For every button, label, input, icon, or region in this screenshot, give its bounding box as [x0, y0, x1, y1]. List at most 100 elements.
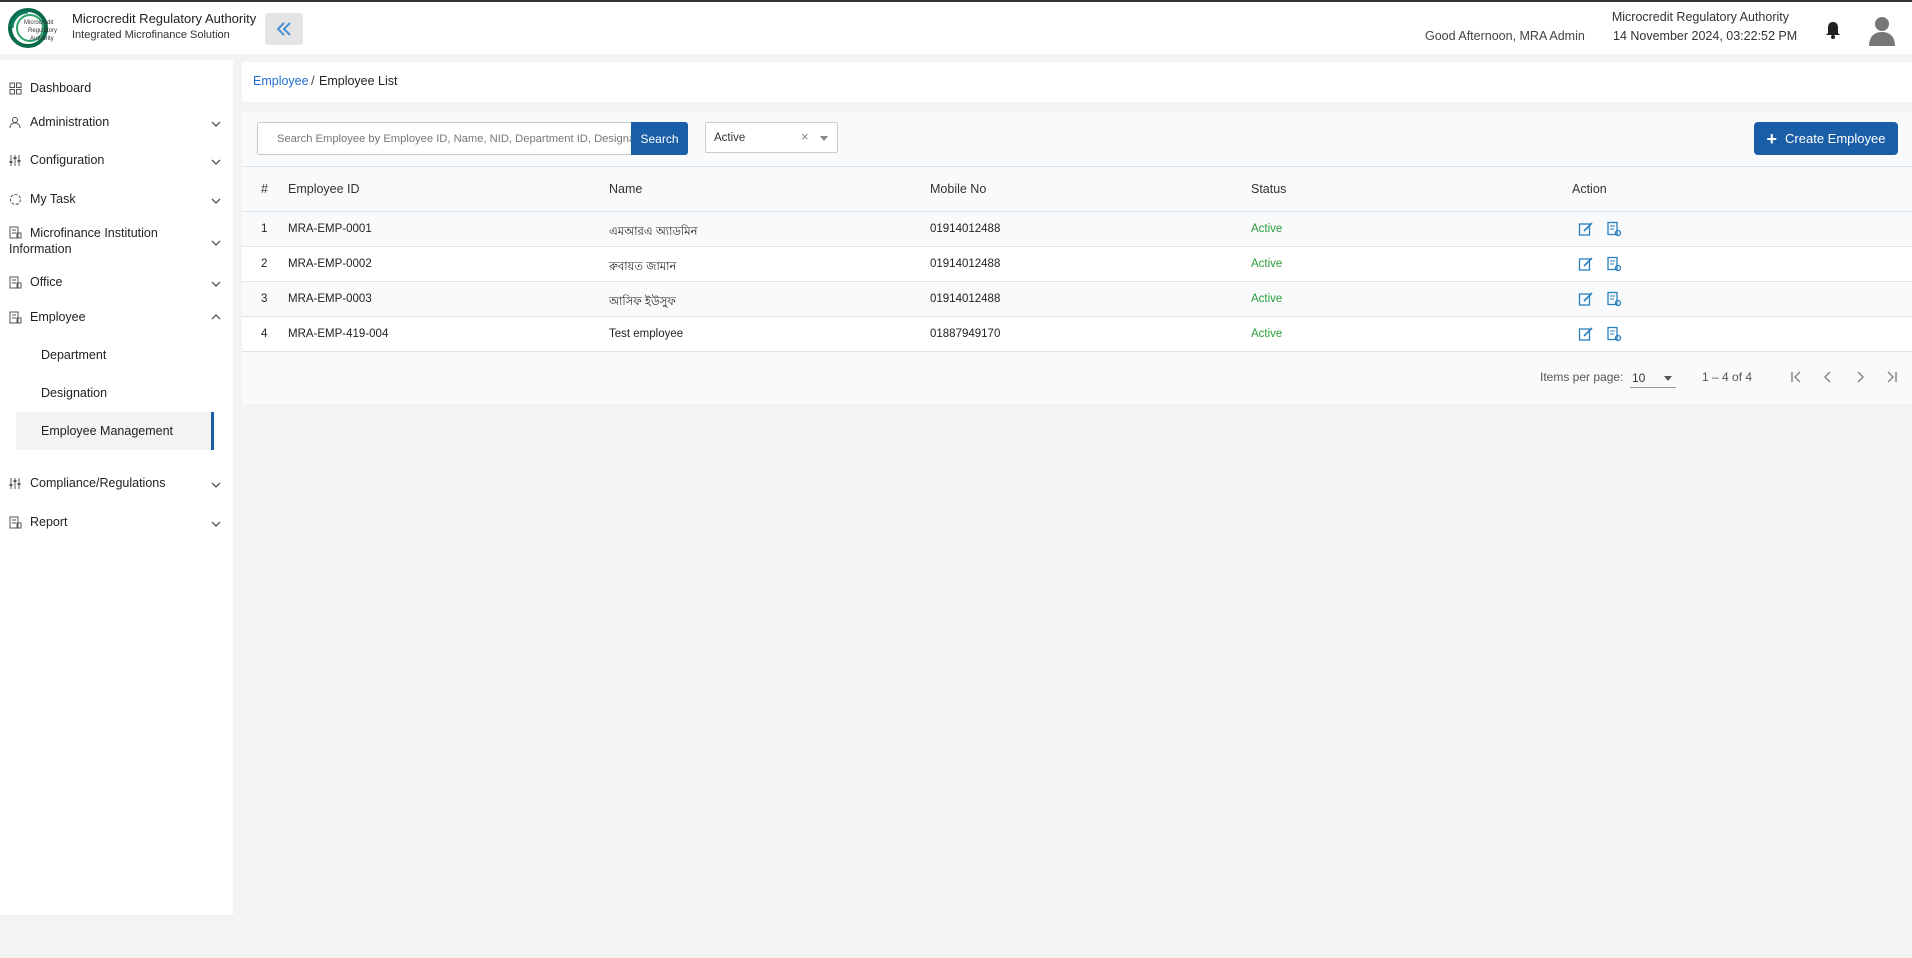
sliders-icon	[9, 478, 21, 489]
page-range-label: 1 – 4 of 4	[1702, 370, 1753, 384]
prev-page-icon[interactable]	[1818, 367, 1838, 387]
breadcrumb: Employee / Employee List	[242, 62, 1912, 102]
clear-icon[interactable]: ×	[801, 129, 809, 144]
search-box	[257, 122, 632, 155]
edit-icon[interactable]	[1578, 256, 1594, 272]
svg-text:Authority: Authority	[30, 36, 54, 42]
employee-id: MRA-EMP-0001	[288, 223, 372, 235]
sidebar-item-mfi-information[interactable]: Microfinance Institution Information	[0, 220, 233, 264]
sidebar-item-label: Compliance/Regulations	[30, 476, 166, 490]
employee-name: Test employee	[609, 328, 684, 340]
status-badge: Active	[1251, 328, 1283, 340]
employee-id: MRA-EMP-0003	[288, 293, 372, 305]
column-header-name: Name	[609, 182, 643, 196]
sidebar-subitem-designation[interactable]: Designation	[16, 374, 214, 412]
first-page-icon[interactable]	[1786, 367, 1806, 387]
mobile-number: 01887949170	[930, 328, 1001, 340]
chevron-down-icon	[211, 198, 221, 204]
brand-subtitle: Integrated Microfinance Solution	[72, 29, 230, 41]
view-details-icon[interactable]	[1606, 221, 1622, 237]
grid-icon	[9, 82, 22, 95]
chevron-up-icon	[211, 314, 221, 320]
status-badge: Active	[1251, 223, 1283, 235]
status-badge: Active	[1251, 293, 1283, 305]
sidebar-item-employee[interactable]: Employee	[0, 300, 233, 334]
items-per-page-select[interactable]: 10	[1630, 366, 1676, 388]
column-header-number: #	[261, 182, 268, 196]
mobile-number: 01914012488	[930, 293, 1001, 305]
breadcrumb-current: Employee List	[319, 74, 398, 88]
search-input[interactable]	[258, 123, 631, 154]
sidebar-item-configuration[interactable]: Configuration	[0, 142, 233, 180]
create-employee-label: Create Employee	[1785, 131, 1886, 146]
sidebar-subitem-label: Designation	[41, 386, 108, 400]
last-page-icon[interactable]	[1882, 367, 1902, 387]
items-per-page-label: Items per page:	[1540, 370, 1624, 384]
edit-icon[interactable]	[1578, 291, 1594, 307]
sidebar-item-compliance[interactable]: Compliance/Regulations	[0, 465, 233, 501]
table-row: 2 MRA-EMP-0002 রুবায়ত জামান 01914012488…	[242, 247, 1912, 282]
sidebar-item-label: Office	[30, 275, 63, 289]
view-details-icon[interactable]	[1606, 256, 1622, 272]
greeting-text: Good Afternoon, MRA Admin	[1425, 29, 1585, 43]
employee-id: MRA-EMP-0002	[288, 258, 372, 270]
list-toolbar: Search Active × + Create Employee	[242, 112, 1912, 167]
table-header: # Employee ID Name Mobile No Status Acti…	[242, 167, 1912, 212]
sidebar-item-my-task[interactable]: My Task	[0, 180, 233, 218]
svg-text:Microcredit: Microcredit	[24, 20, 54, 26]
edit-icon[interactable]	[1578, 326, 1594, 342]
row-number: 3	[261, 293, 268, 305]
row-number: 1	[261, 223, 268, 235]
employee-name: এমআরএ অ্যাডমিন	[609, 226, 698, 238]
sliders-icon	[9, 155, 21, 166]
column-header-mobile: Mobile No	[930, 182, 987, 196]
employee-name: রুবায়ত জামান	[609, 261, 677, 273]
edit-icon[interactable]	[1578, 221, 1594, 237]
bell-icon[interactable]	[1824, 20, 1842, 40]
sidebar-subitem-employee-management[interactable]: Employee Management	[16, 412, 214, 450]
create-employee-button[interactable]: + Create Employee	[1754, 122, 1898, 155]
sidebar-collapse-button[interactable]	[265, 13, 303, 45]
table-row: 1 MRA-EMP-0001 এমআরএ অ্যাডমিন 0191401248…	[242, 212, 1912, 247]
chevron-down-icon	[211, 159, 221, 165]
sidebar-item-label: My Task	[30, 192, 76, 206]
search-button[interactable]: Search	[631, 122, 688, 155]
column-header-employee-id: Employee ID	[288, 182, 360, 196]
mobile-number: 01914012488	[930, 258, 1001, 270]
next-page-icon[interactable]	[1850, 367, 1870, 387]
row-number: 4	[261, 328, 268, 340]
sidebar-item-report[interactable]: Report	[0, 504, 233, 540]
org-name: Microcredit Regulatory Authority	[1611, 10, 1789, 24]
sidebar-item-label: Microfinance Institution Information	[9, 226, 158, 256]
mobile-number: 01914012488	[930, 223, 1001, 235]
sidebar-subitem-department[interactable]: Department	[16, 336, 214, 374]
sidebar-item-label: Configuration	[30, 153, 105, 167]
sidebar-item-label: Administration	[30, 115, 110, 129]
chevron-down-icon	[211, 240, 221, 246]
chevron-down-icon	[211, 281, 221, 287]
breadcrumb-separator: /	[311, 73, 315, 88]
column-header-action: Action	[1572, 182, 1607, 196]
mra-logo: Microcredit Regulatory Authority	[8, 8, 57, 48]
view-details-icon[interactable]	[1606, 291, 1622, 307]
sidebar-item-office[interactable]: Office	[0, 265, 233, 299]
employee-name: আসিফ ইউসুফ	[609, 296, 676, 308]
sidebar-item-label: Dashboard	[30, 81, 92, 95]
chevron-down-icon	[211, 482, 221, 488]
dropdown-arrow-icon	[1664, 376, 1672, 381]
items-per-page-value: 10	[1632, 371, 1646, 385]
app-header: Microcredit Regulatory Authority Microcr…	[0, 2, 1912, 54]
sidebar-item-administration[interactable]: Administration	[0, 103, 233, 141]
sidebar-item-label: Employee	[30, 310, 86, 324]
column-header-status: Status	[1251, 182, 1287, 196]
employee-table: # Employee ID Name Mobile No Status Acti…	[242, 167, 1912, 352]
status-filter-select[interactable]: Active ×	[705, 122, 838, 153]
user-avatar-icon[interactable]	[1867, 14, 1897, 46]
sidebar-item-label: Report	[30, 515, 68, 529]
sidebar: Dashboard Administration Configuration M…	[0, 60, 233, 915]
employee-icon	[9, 311, 22, 324]
task-circle-icon	[10, 194, 21, 205]
table-row: 3 MRA-EMP-0003 আসিফ ইউসুফ 01914012488 Ac…	[242, 282, 1912, 317]
breadcrumb-employee-link[interactable]: Employee	[253, 74, 309, 88]
view-details-icon[interactable]	[1606, 326, 1622, 342]
